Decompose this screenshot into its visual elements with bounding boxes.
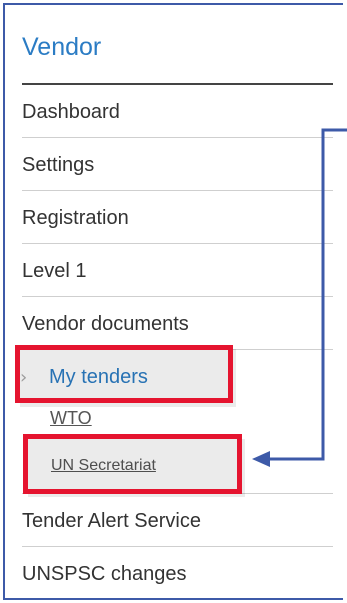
connector-line <box>268 128 347 461</box>
connector-arrow <box>252 128 347 467</box>
arrow-head-icon <box>252 451 270 467</box>
